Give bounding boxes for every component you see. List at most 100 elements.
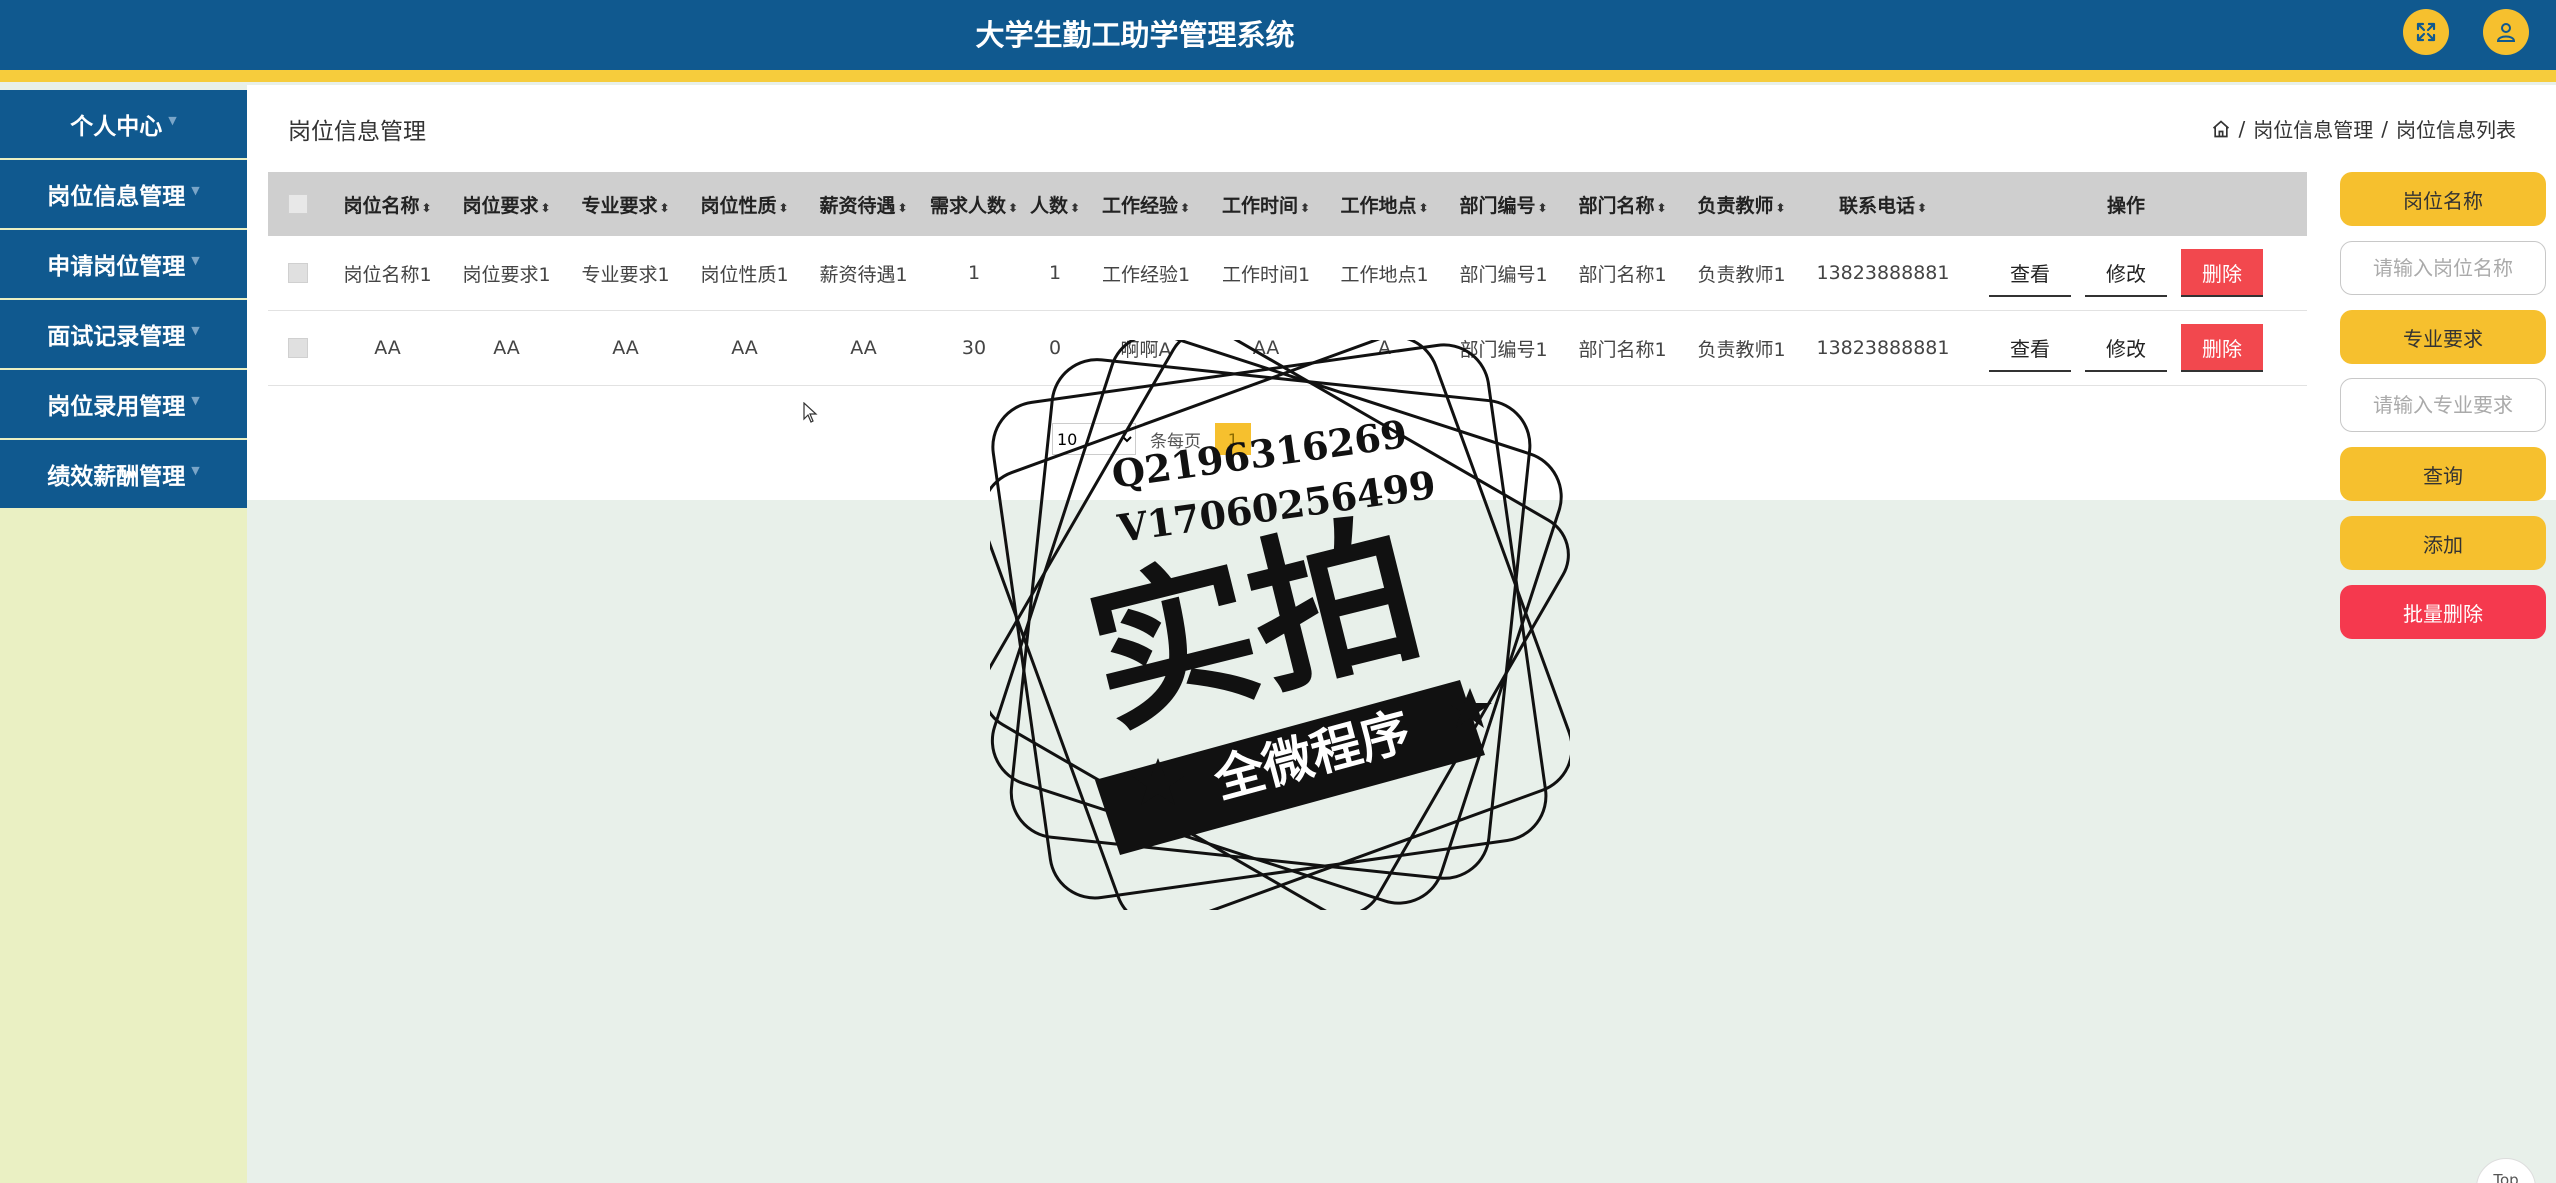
sort-icon: ⬍ <box>1656 200 1667 215</box>
column-header[interactable]: 联系电话 ⬍ <box>1801 191 1965 218</box>
column-header[interactable]: 薪资待遇 ⬍ <box>804 191 923 218</box>
breadcrumb-level2: 岗位信息列表 <box>2396 118 2516 142</box>
sort-icon: ⬍ <box>1916 200 1928 215</box>
edit-button[interactable]: 修改 <box>2085 249 2167 297</box>
edit-button[interactable]: 修改 <box>2085 324 2167 372</box>
breadcrumb: / 岗位信息管理 / 岗位信息列表 <box>2211 114 2516 143</box>
table-cell: 负责教师1 <box>1697 263 1786 286</box>
page-title: 岗位信息管理 <box>288 119 426 145</box>
table-cell: AA <box>612 337 639 359</box>
caret-down-icon: ▼ <box>191 253 200 267</box>
view-button[interactable]: 查看 <box>1989 249 2071 297</box>
table-cell: 工作经验1 <box>1101 263 1191 286</box>
table-cell: 工作时间1 <box>1221 263 1311 286</box>
select-all-checkbox[interactable] <box>288 194 308 214</box>
table-cell: AA <box>850 337 877 359</box>
table-cell: 部门名称1 <box>1578 263 1667 286</box>
row-checkbox[interactable] <box>288 338 308 358</box>
sidebar-item-label: 绩效薪酬管理 <box>47 464 186 490</box>
search-button[interactable]: 查询 <box>2340 447 2546 501</box>
column-header[interactable]: 需求人数 ⬍ <box>923 191 1025 218</box>
view-button[interactable]: 查看 <box>1989 324 2071 372</box>
caret-down-icon: ▼ <box>191 463 200 477</box>
column-header[interactable]: 岗位性质 ⬍ <box>685 191 804 218</box>
major-requirement-label: 专业要求 <box>2340 310 2546 364</box>
back-to-top-button[interactable]: Top <box>2476 1158 2536 1183</box>
mouse-cursor-icon <box>803 402 818 423</box>
delete-button[interactable]: 删除 <box>2181 249 2263 297</box>
sidebar-item-interview-records[interactable]: 面试记录管理 ▼ <box>0 300 247 368</box>
table-cell: 1 <box>1048 262 1062 284</box>
sort-icon: ⬍ <box>1537 200 1548 215</box>
column-header[interactable]: 工作经验 ⬍ <box>1085 191 1207 218</box>
major-requirement-input[interactable] <box>2340 378 2546 432</box>
job-name-label: 岗位名称 <box>2340 172 2546 226</box>
watermark-stamp: Q2196316269 V17060256499 实拍 全微程序 <box>990 340 1570 910</box>
sort-icon: ⬍ <box>1775 200 1786 215</box>
header-accent-stripe <box>0 70 2556 82</box>
add-button[interactable]: 添加 <box>2340 516 2546 570</box>
sort-icon: ⬍ <box>540 200 551 215</box>
sort-icon: ⬍ <box>1069 200 1081 215</box>
sort-icon: ⬍ <box>1418 200 1429 215</box>
sort-icon: ⬍ <box>778 200 789 215</box>
batch-delete-button[interactable]: 批量删除 <box>2340 585 2546 639</box>
sort-icon: ⬍ <box>421 200 432 215</box>
column-header[interactable]: 人数 ⬍ <box>1025 191 1085 218</box>
table-cell: 1 <box>967 262 981 284</box>
sidebar-item-label: 面试记录管理 <box>47 324 186 350</box>
breadcrumb-separator: / <box>2381 116 2388 141</box>
table-cell: AA <box>493 337 520 359</box>
app-title: 大学生勤工助学管理系统 <box>975 18 1295 52</box>
table-cell: 工作地点1 <box>1340 263 1429 286</box>
table-cell: 部门编号1 <box>1459 263 1548 286</box>
table-header-row: 岗位名称 ⬍ 岗位要求 ⬍ 专业要求 ⬍ 岗位性质 ⬍ 薪资待遇 ⬍ 需求人数 ⬍ 人数 ⬍ … <box>268 172 2307 236</box>
sort-icon: ⬍ <box>1007 200 1019 215</box>
column-header[interactable]: 专业要求 ⬍ <box>566 191 685 218</box>
user-button[interactable] <box>2483 9 2529 55</box>
column-header[interactable]: 岗位名称 ⬍ <box>328 191 447 218</box>
column-header[interactable]: 工作时间 ⬍ <box>1207 191 1325 218</box>
sort-icon: ⬍ <box>1179 200 1191 215</box>
table-row: 岗位名称1 岗位要求1 专业要求1 岗位性质1 薪资待遇1 1 1 工作经验1 … <box>268 236 2307 311</box>
caret-down-icon: ▼ <box>191 183 200 197</box>
sidebar-item-job-hiring[interactable]: 岗位录用管理 ▼ <box>0 370 247 438</box>
sort-icon: ⬍ <box>897 200 908 215</box>
row-checkbox[interactable] <box>288 263 308 283</box>
table-cell: 岗位要求1 <box>462 263 551 286</box>
table-cell: 13823888881 <box>1816 337 1950 359</box>
caret-down-icon: ▼ <box>191 323 200 337</box>
table-cell: 岗位名称1 <box>343 263 432 286</box>
sidebar-item-label: 个人中心 <box>70 114 163 140</box>
fullscreen-button[interactable] <box>2403 9 2449 55</box>
delete-button[interactable]: 删除 <box>2181 324 2263 372</box>
breadcrumb-level1[interactable]: 岗位信息管理 <box>2253 114 2373 143</box>
home-icon[interactable] <box>2211 119 2231 139</box>
column-header[interactable]: 负责教师 ⬍ <box>1682 191 1801 218</box>
table-cell: 部门名称1 <box>1578 338 1667 361</box>
sidebar-item-label: 岗位录用管理 <box>47 394 186 420</box>
table-cell: 13823888881 <box>1816 262 1950 284</box>
table-cell: 岗位性质1 <box>700 263 789 286</box>
column-header-ops: 操作 <box>2106 194 2145 217</box>
column-header[interactable]: 岗位要求 ⬍ <box>447 191 566 218</box>
sidebar-item-job-info[interactable]: 岗位信息管理 ▼ <box>0 160 247 228</box>
job-name-input[interactable] <box>2340 241 2546 295</box>
sidebar-item-label: 岗位信息管理 <box>47 184 186 210</box>
row-select-cell <box>268 338 328 358</box>
column-header[interactable]: 工作地点 ⬍ <box>1325 191 1444 218</box>
fullscreen-icon <box>2416 22 2436 42</box>
table-cell: AA <box>374 337 401 359</box>
sidebar-item-personal-center[interactable]: 个人中心 ▼ <box>0 90 247 158</box>
column-header[interactable]: 部门编号 ⬍ <box>1444 191 1563 218</box>
table-cell: 负责教师1 <box>1697 338 1786 361</box>
sidebar-item-performance-pay[interactable]: 绩效薪酬管理 ▼ <box>0 440 247 508</box>
sidebar-item-job-application[interactable]: 申请岗位管理 ▼ <box>0 230 247 298</box>
user-icon <box>2496 23 2516 42</box>
table-cell: 专业要求1 <box>581 263 670 286</box>
caret-down-icon: ▼ <box>191 393 200 407</box>
select-all-cell <box>268 194 328 214</box>
sidebar-item-label: 申请岗位管理 <box>47 254 186 280</box>
column-header[interactable]: 部门名称 ⬍ <box>1563 191 1682 218</box>
sort-icon: ⬍ <box>659 200 670 215</box>
